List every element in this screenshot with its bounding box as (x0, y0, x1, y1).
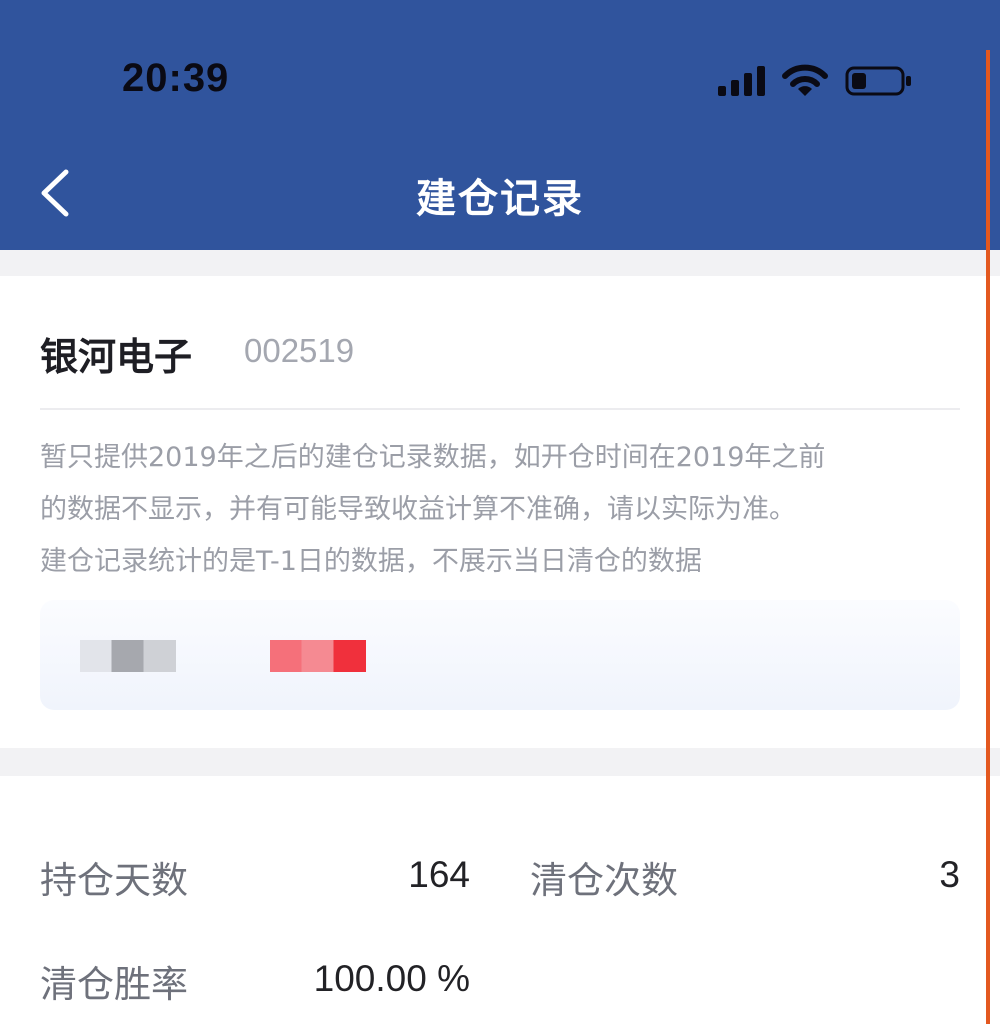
divider (40, 408, 960, 410)
holding-days-label: 持仓天数 (40, 859, 188, 902)
data-notice: 暂只提供2019年之后的建仓记录数据，如开仓时间在2019年之前 的数据不显示，… (40, 442, 826, 577)
stats-card: 持仓天数 164 清仓次数 3 清仓胜率 100.00 % (0, 776, 1000, 1036)
stock-name: 银河电子 (40, 335, 193, 379)
clear-count-value: 3 (939, 854, 960, 895)
holding-days-value: 164 (408, 854, 470, 895)
page-title: 建仓记录 (416, 176, 584, 222)
clear-count-label: 清仓次数 (530, 859, 678, 902)
header-bar: 20:39 建仓记录 (0, 0, 1000, 250)
profit-summary-box (40, 600, 960, 710)
blurred-value (270, 640, 366, 672)
scroll-indicator-line (986, 50, 990, 1024)
battery-icon (845, 66, 911, 96)
stock-card: 银河电子 002519 暂只提供2019年之后的建仓记录数据，如开仓时间在201… (0, 276, 1000, 748)
stock-code: 002519 (244, 332, 355, 369)
win-rate-label: 清仓胜率 (40, 963, 188, 1006)
wifi-icon (782, 64, 828, 96)
win-rate-value: 100.00 % (313, 958, 470, 999)
blurred-label (80, 640, 176, 672)
status-time: 20:39 (122, 56, 230, 100)
signal-icon (718, 66, 765, 96)
